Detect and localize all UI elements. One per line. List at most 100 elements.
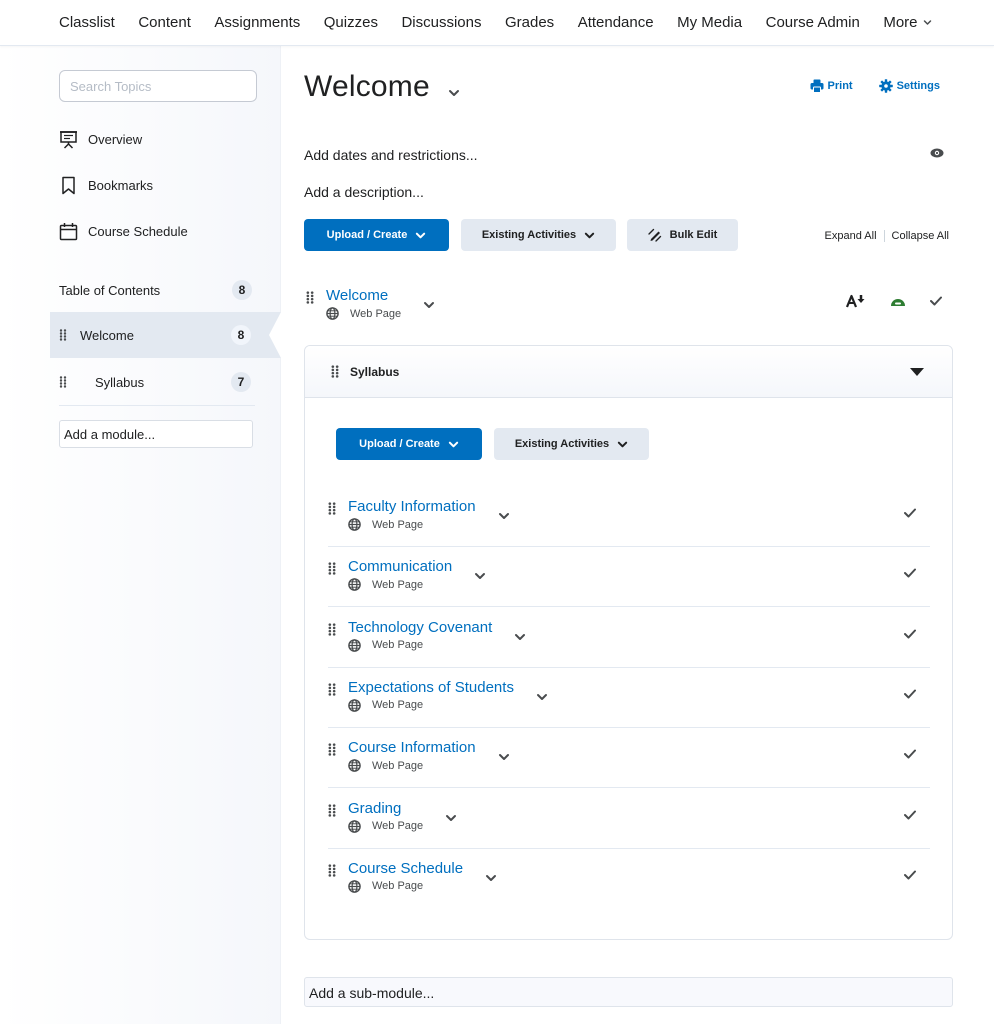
upload-create-button[interactable]: Upload / Create — [304, 219, 449, 251]
toc-module-count: 7 — [231, 372, 251, 392]
topic-link[interactable]: Expectations of Students — [348, 679, 514, 696]
chevron-down-icon — [448, 441, 459, 447]
chevron-down-icon[interactable] — [445, 812, 457, 824]
check-icon[interactable] — [904, 810, 916, 820]
chevron-down-icon[interactable] — [498, 751, 510, 763]
nav-quizzes[interactable]: Quizzes — [324, 14, 378, 31]
drag-handle-icon[interactable] — [328, 622, 336, 636]
toc-module-welcome[interactable]: Welcome 8 — [50, 312, 281, 358]
chevron-down-icon[interactable] — [423, 299, 435, 311]
add-module-input[interactable]: Add a module... — [59, 420, 253, 448]
topic-type-label: Web Page — [372, 699, 424, 712]
drag-handle-icon[interactable] — [328, 562, 336, 575]
toc-module-syllabus[interactable]: Syllabus 7 — [59, 359, 281, 405]
topic-row: Faculty Information Web Page — [328, 498, 510, 531]
visibility-eye-icon[interactable] — [930, 148, 944, 158]
topic-link[interactable]: Grading — [348, 800, 423, 817]
toc-module-label: Welcome — [80, 327, 134, 343]
nav-discussions[interactable]: Discussions — [401, 14, 481, 31]
submodule-header[interactable]: Syllabus — [305, 346, 952, 398]
nav-my-media[interactable]: My Media — [677, 14, 742, 31]
nav-grades[interactable]: Grades — [505, 14, 554, 31]
topic-link[interactable]: Communication — [348, 558, 452, 575]
nav-attendance[interactable]: Attendance — [578, 14, 654, 31]
nav-course-admin[interactable]: Course Admin — [766, 14, 860, 31]
topic-type: Web Page — [348, 819, 423, 833]
topic-link[interactable]: Faculty Information — [348, 498, 476, 515]
topic-link[interactable]: Course Information — [348, 739, 476, 756]
completion-tracking-icon[interactable] — [890, 296, 906, 306]
topic-type: Web Page — [348, 518, 476, 531]
toc-module-label: Syllabus — [95, 374, 145, 390]
existing-activities-button[interactable]: Existing Activities — [461, 219, 616, 251]
table-of-contents[interactable]: Table of Contents 8 — [59, 280, 252, 300]
add-description-link[interactable]: Add a description... — [304, 184, 424, 200]
nav-content[interactable]: Content — [138, 14, 191, 31]
globe-icon — [348, 638, 361, 652]
search-topics — [59, 70, 257, 102]
drag-handle-icon[interactable] — [328, 743, 336, 756]
check-icon[interactable] — [904, 508, 916, 518]
check-icon[interactable] — [904, 629, 916, 639]
topic-type-label: Web Page — [350, 307, 402, 320]
topic-type: Web Page — [326, 307, 401, 320]
globe-icon — [348, 819, 361, 833]
submodule-title: Syllabus — [350, 364, 400, 379]
print-button[interactable]: Print — [810, 79, 853, 93]
add-dates-restrictions-link[interactable]: Add dates and restrictions... — [304, 147, 478, 163]
check-icon[interactable] — [904, 870, 916, 880]
drag-handle-icon[interactable] — [328, 502, 336, 515]
sidebar-overview[interactable]: Overview — [59, 130, 142, 149]
content-sidebar: Overview Bookmarks Course Schedule Table… — [0, 46, 281, 1024]
bulk-edit-button[interactable]: Bulk Edit — [627, 219, 738, 251]
course-navbar: Classlist Content Assignments Quizzes Di… — [0, 0, 994, 46]
settings-button[interactable]: Settings — [878, 79, 940, 93]
topic-row: Grading Web Page — [328, 800, 457, 833]
drag-handle-icon[interactable] — [328, 803, 336, 817]
drag-handle-icon[interactable] — [59, 329, 67, 341]
topic-type-label: Web Page — [372, 518, 424, 531]
topic-link[interactable]: Course Schedule — [348, 860, 463, 877]
nav-classlist[interactable]: Classlist — [59, 14, 115, 31]
check-icon[interactable] — [904, 568, 916, 578]
chevron-down-icon[interactable] — [536, 691, 548, 703]
submodule-existing-activities-button[interactable]: Existing Activities — [494, 428, 649, 460]
chevron-down-icon[interactable] — [485, 872, 497, 884]
sidebar-overview-label: Overview — [88, 132, 143, 147]
drag-handle-icon[interactable] — [328, 864, 336, 877]
nav-more-label: More — [883, 14, 918, 31]
topic-status-icons — [822, 294, 942, 308]
search-topics-input[interactable] — [70, 78, 246, 94]
globe-icon — [348, 518, 361, 531]
topic-link[interactable]: Technology Covenant — [348, 619, 492, 636]
list-item: Communication Web Page — [328, 547, 930, 608]
check-icon[interactable] — [904, 749, 916, 759]
topic-type-label: Web Page — [372, 578, 424, 591]
nav-assignments[interactable]: Assignments — [214, 14, 300, 31]
collapse-all-link[interactable]: Collapse All — [892, 230, 949, 242]
chevron-down-icon[interactable] — [514, 631, 526, 643]
drag-handle-icon[interactable] — [306, 291, 314, 304]
gear-icon — [878, 79, 893, 93]
topic-type: Web Page — [348, 699, 514, 712]
sidebar-bookmarks[interactable]: Bookmarks — [59, 176, 153, 195]
topic-link[interactable]: Welcome — [326, 287, 401, 304]
drag-handle-icon[interactable] — [59, 376, 67, 388]
topic-row: Welcome Web Page — [306, 287, 435, 320]
chevron-down-icon[interactable] — [448, 87, 460, 99]
sort-alpha-icon[interactable] — [846, 294, 866, 308]
check-icon[interactable] — [904, 689, 916, 699]
chevron-down-icon[interactable] — [498, 510, 510, 522]
sidebar-course-schedule[interactable]: Course Schedule — [59, 222, 188, 241]
drag-handle-icon[interactable] — [331, 365, 339, 378]
submodule-upload-create-button[interactable]: Upload / Create — [336, 428, 482, 460]
drag-handle-icon[interactable] — [328, 683, 336, 696]
add-submodule-input[interactable]: Add a sub-module... — [304, 977, 953, 1007]
expand-all-link[interactable]: Expand All — [825, 230, 877, 242]
caret-down-icon[interactable] — [910, 367, 924, 377]
globe-icon — [348, 578, 361, 592]
chevron-down-icon[interactable] — [474, 570, 486, 582]
check-icon[interactable] — [930, 296, 942, 306]
topic-row: Expectations of Students Web Page — [328, 679, 548, 712]
nav-more[interactable]: More — [883, 14, 931, 31]
